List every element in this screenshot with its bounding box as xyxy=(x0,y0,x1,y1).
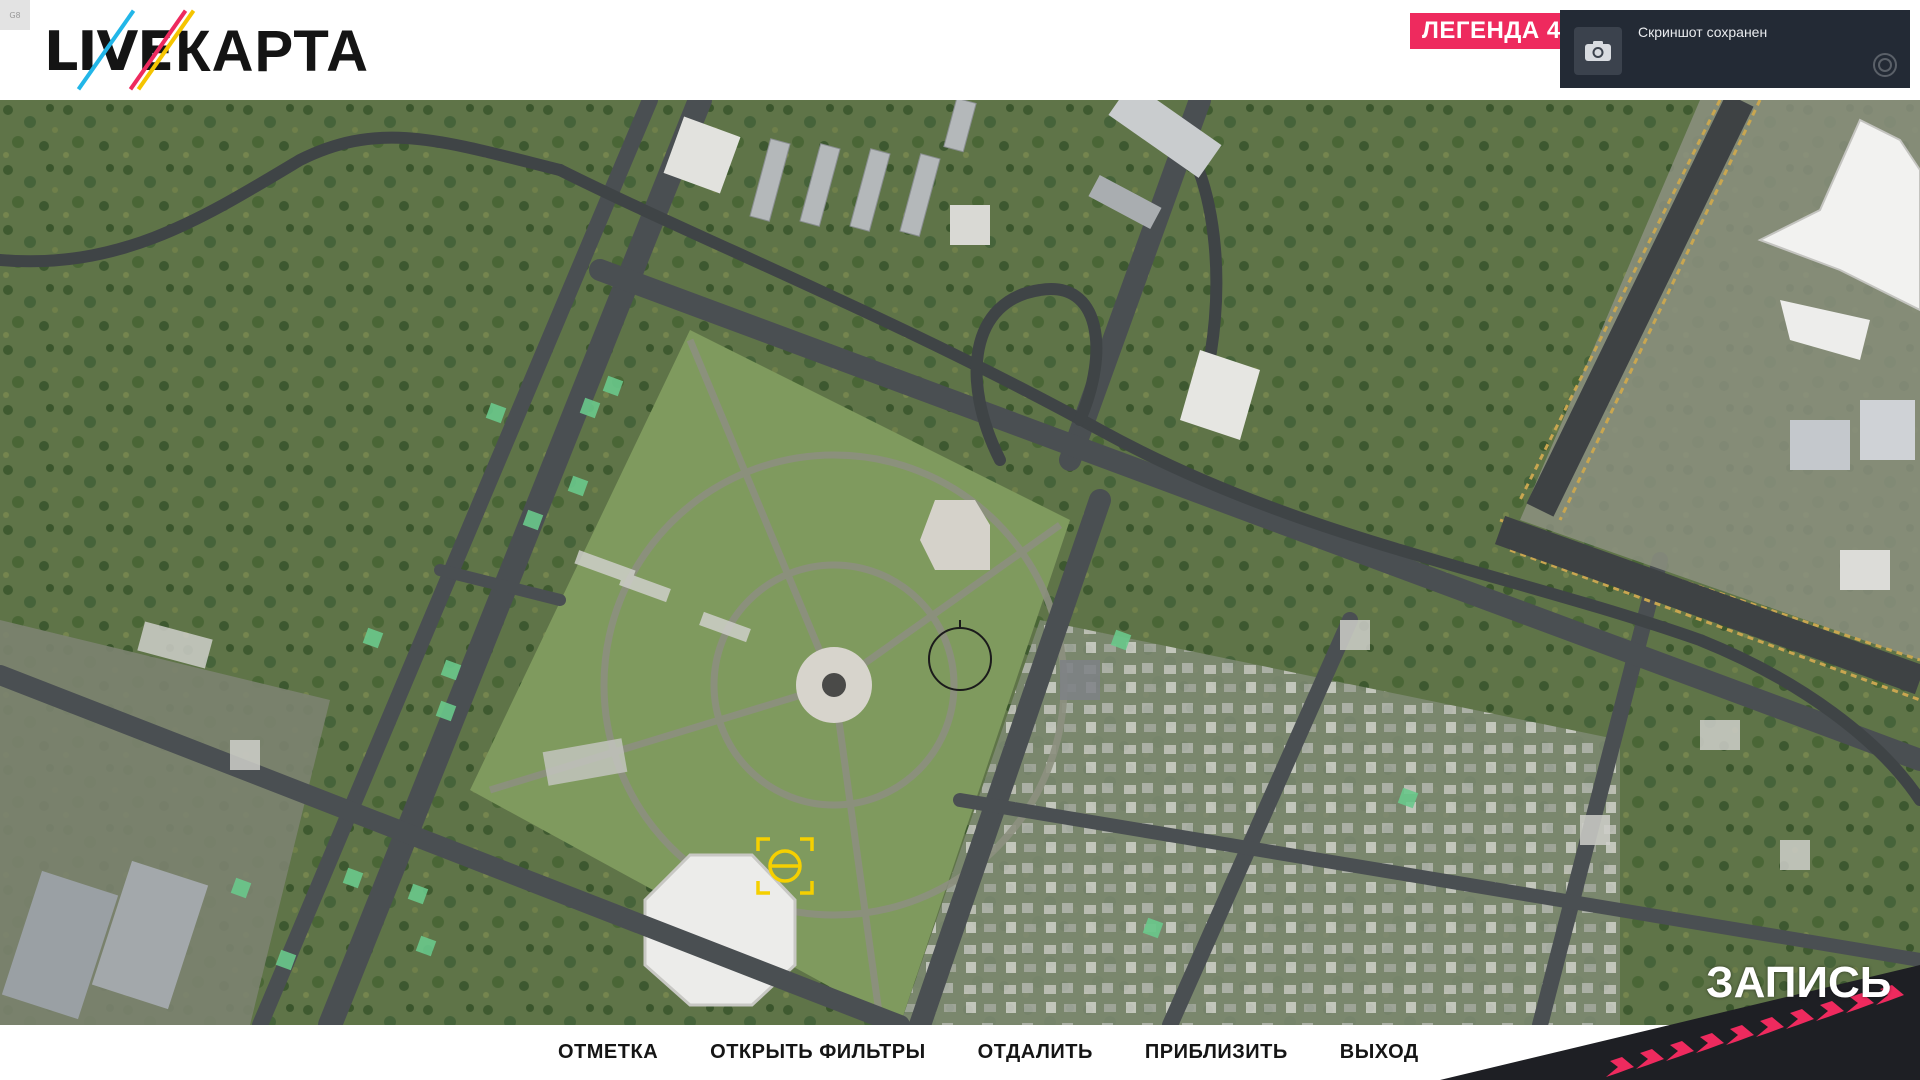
camera-icon xyxy=(1574,27,1622,75)
livekarta-logo: LIVE КАРТА xyxy=(44,9,370,91)
legend-badge[interactable]: ЛЕГЕНДА 40 xyxy=(1410,13,1570,49)
toast-message: Скриншот сохранен xyxy=(1638,24,1768,40)
screenshot-toast: Скриншот сохранен xyxy=(1560,10,1910,88)
corner-tag: G8 xyxy=(0,0,30,30)
menu-item-open-filters[interactable]: ОТКРЫТЬ ФИЛЬТРЫ xyxy=(710,1041,926,1064)
recording-label: ЗАПИСЬ xyxy=(1706,958,1892,1007)
menu-item-exit[interactable]: ВЫХОД xyxy=(1340,1041,1419,1064)
map-canvas[interactable] xyxy=(0,100,1920,1025)
logo-karta-text: КАРТА xyxy=(175,18,370,84)
target-reticle-icon[interactable] xyxy=(756,837,814,895)
overlay-watermark-icon xyxy=(1873,53,1897,77)
menu-item-mark[interactable]: ОТМЕТКА xyxy=(558,1041,658,1064)
bottom-menu: ОТМЕТКА ОТКРЫТЬ ФИЛЬТРЫ ОТДАЛИТЬ ПРИБЛИЗ… xyxy=(558,1025,1419,1080)
menu-item-zoom-in[interactable]: ПРИБЛИЗИТЬ xyxy=(1145,1041,1288,1064)
map-view[interactable] xyxy=(0,100,1920,1025)
player-position-marker xyxy=(928,620,992,691)
menu-item-zoom-out[interactable]: ОТДАЛИТЬ xyxy=(978,1041,1093,1064)
